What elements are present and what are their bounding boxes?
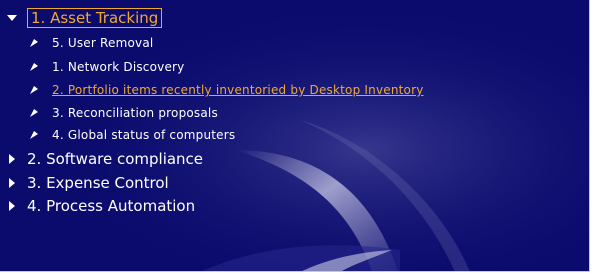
arrow-bullet-icon [30, 39, 38, 47]
arrow-bullet-icon [30, 109, 38, 117]
tree-node-process-automation[interactable]: 4. Process Automation [5, 195, 195, 217]
tree-item-global-status[interactable]: 4. Global status of computers [29, 125, 235, 145]
tree-item-reconciliation-proposals[interactable]: 3. Reconciliation proposals [29, 103, 218, 123]
tree-item-portfolio-items[interactable]: 2. Portfolio items recently inventoried … [29, 80, 424, 100]
tree-node-label[interactable]: 3. Expense Control [27, 174, 169, 192]
tree-node-software-compliance[interactable]: 2. Software compliance [5, 148, 203, 170]
tree-item-label-active[interactable]: 2. Portfolio items recently inventoried … [52, 83, 424, 97]
tree-node-label[interactable]: 1. Asset Tracking [27, 8, 163, 28]
tree-item-network-discovery[interactable]: 1. Network Discovery [29, 57, 184, 77]
tree-node-label[interactable]: 2. Software compliance [27, 150, 203, 168]
triangle-right-icon[interactable] [5, 152, 19, 166]
tree-item-user-removal[interactable]: 5. User Removal [29, 33, 153, 53]
triangle-right-icon[interactable] [5, 199, 19, 213]
tree-item-label[interactable]: 3. Reconciliation proposals [52, 106, 218, 120]
arrow-bullet-icon [30, 131, 38, 139]
tree-item-label[interactable]: 1. Network Discovery [52, 60, 184, 74]
arrow-bullet-icon [30, 86, 38, 94]
triangle-right-icon[interactable] [5, 176, 19, 190]
triangle-down-icon[interactable] [5, 11, 19, 25]
tree-node-label[interactable]: 4. Process Automation [27, 197, 195, 215]
arrow-bullet-icon [30, 63, 38, 71]
tree-node-expense-control[interactable]: 3. Expense Control [5, 172, 169, 194]
tree-item-label[interactable]: 4. Global status of computers [52, 128, 235, 142]
tree-node-asset-tracking[interactable]: 1. Asset Tracking [5, 7, 163, 29]
navigation-panel: 1. Asset Tracking 5. User Removal 1. Net… [0, 0, 590, 272]
tree-item-label[interactable]: 5. User Removal [52, 36, 153, 50]
